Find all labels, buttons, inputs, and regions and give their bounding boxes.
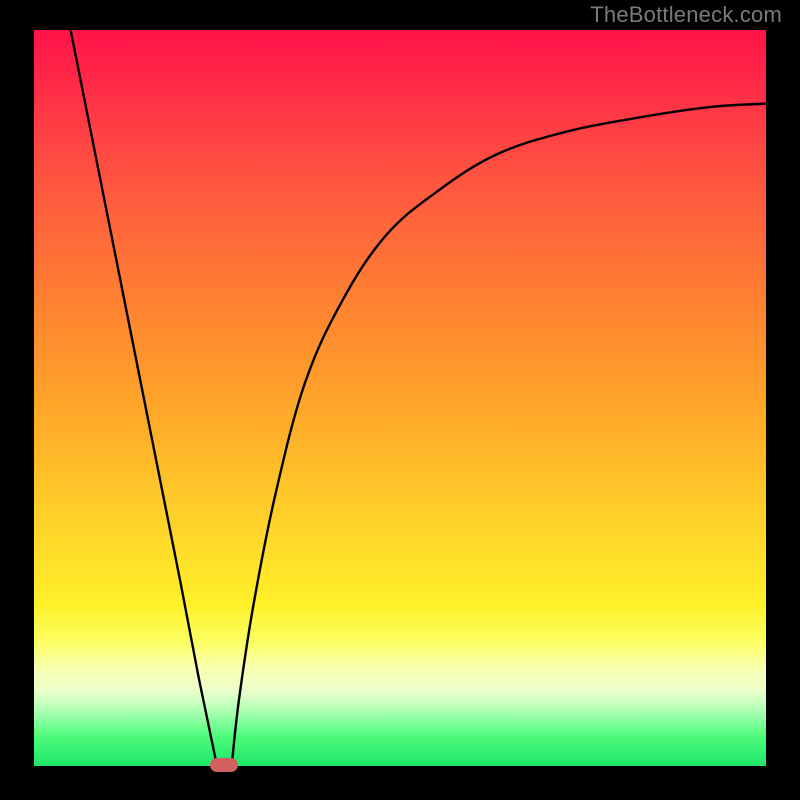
plot-area [34,30,766,766]
curve-left-branch [71,30,217,766]
highlight-marker [210,758,238,772]
bottleneck-curve [34,30,766,766]
chart-frame: TheBottleneck.com [0,0,800,800]
curve-right-branch [232,104,766,766]
watermark-text: TheBottleneck.com [590,2,782,28]
